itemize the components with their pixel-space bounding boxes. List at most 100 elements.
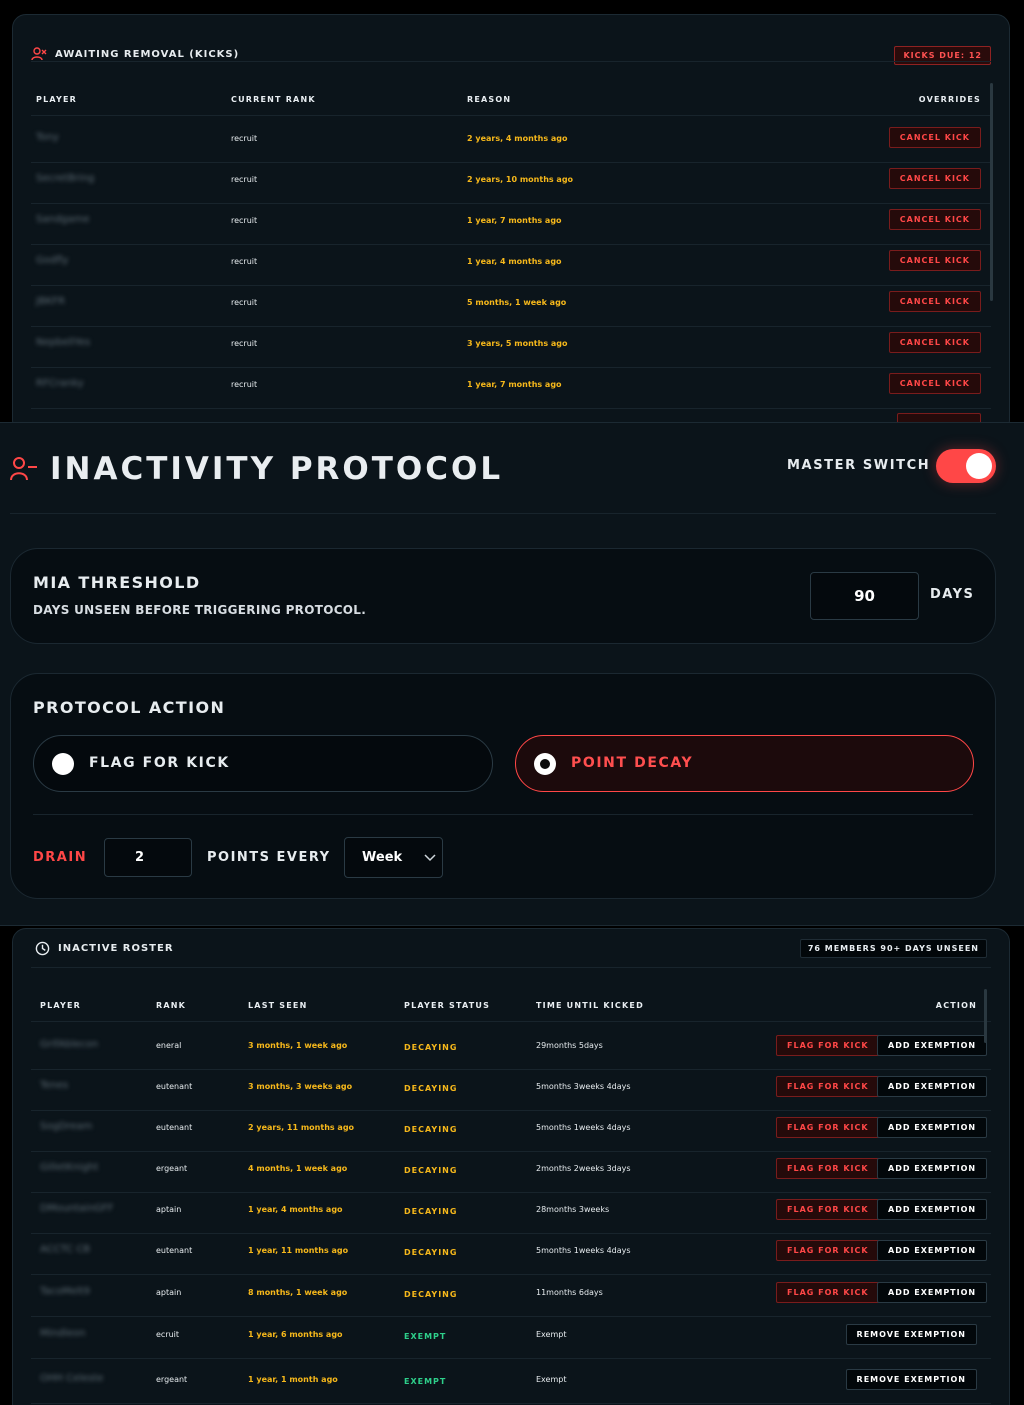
cancel-kick-button[interactable]: CANCEL KICK [888, 168, 981, 189]
table-row: Tenes eutenant 3 months, 3 weeks ago DECAYI… [13, 1070, 1009, 1111]
player-rank: eneral [156, 1041, 182, 1050]
option-flag-for-kick[interactable]: FLAG FOR KICK [33, 735, 493, 792]
kick-reason: 1 year, 4 months ago [467, 257, 562, 266]
table-row: ACCTC CB eutenant 1 year, 11 months ago DEC… [13, 1234, 1009, 1275]
col-player: PLAYER [36, 95, 78, 104]
threshold-input[interactable]: 90 [810, 572, 919, 620]
option-label: FLAG FOR KICK [89, 755, 230, 771]
player-name: GrifAblecon [40, 1039, 99, 1050]
player-name: GilletKnight [40, 1162, 99, 1173]
col-action: ACTION [935, 1001, 977, 1010]
kicks-panel: AWAITING REMOVAL (KICKS) KICKS DUE: 12 P… [12, 14, 1010, 434]
add-exemption-button[interactable]: ADD EXEMPTION [877, 1282, 988, 1303]
cancel-kick-button[interactable]: CANCEL KICK [888, 127, 981, 148]
scrollbar[interactable] [984, 989, 987, 1043]
threshold-unit: DAYS [930, 587, 975, 602]
cancel-kick-button[interactable]: CANCEL KICK [888, 209, 981, 230]
last-seen: 8 months, 1 week ago [248, 1288, 348, 1297]
player-rank: recruit [231, 175, 258, 184]
period-select[interactable]: Week [344, 837, 443, 878]
add-exemption-button[interactable]: ADD EXEMPTION [877, 1117, 988, 1138]
flag-for-kick-button[interactable]: FLAG FOR KICK [776, 1076, 880, 1097]
protocol-action-card: PROTOCOL ACTION FLAG FOR KICK POINT DECA… [10, 673, 996, 899]
user-remove-icon [31, 47, 47, 61]
drain-points-input[interactable]: 2 [104, 838, 192, 877]
kick-reason: 3 years, 5 months ago [467, 339, 568, 348]
add-exemption-button[interactable]: ADD EXEMPTION [877, 1240, 988, 1261]
kick-reason: 2 years, 4 months ago [467, 134, 568, 143]
flag-for-kick-button[interactable]: FLAG FOR KICK [776, 1158, 880, 1179]
last-seen: 3 months, 1 week ago [248, 1041, 348, 1050]
table-row: SecretBring recruit 2 years, 10 months ago… [13, 163, 1009, 204]
row-divider [31, 1358, 991, 1359]
cancel-kick-button[interactable]: CANCEL KICK [888, 250, 981, 271]
kick-reason: 2 years, 10 months ago [467, 175, 574, 184]
table-row: NepbellYes recruit 3 years, 5 months ago CA… [13, 327, 1009, 368]
status-badge: DECAYING [404, 1125, 458, 1134]
inactive-count-badge: 76 MEMBERS 90+ DAYS UNSEEN [799, 939, 987, 958]
status-badge: DECAYING [404, 1290, 458, 1299]
remove-exemption-button[interactable]: REMOVE EXEMPTION [845, 1369, 977, 1390]
add-exemption-button[interactable]: ADD EXEMPTION [877, 1158, 988, 1179]
col-time-until-kicked: TIME UNTIL KICKED [536, 1001, 644, 1010]
clock-icon [35, 941, 50, 956]
add-exemption-button[interactable]: ADD EXEMPTION [877, 1076, 988, 1097]
table-row: Godfly recruit 1 year, 4 months ago CANCEL … [13, 245, 1009, 286]
last-seen: 1 year, 1 month ago [248, 1375, 338, 1384]
table-row: Sandgame recruit 1 year, 7 months ago CANCE… [13, 204, 1009, 245]
roster-panel: INACTIVE ROSTER 76 MEMBERS 90+ DAYS UNSE… [12, 928, 1010, 1405]
last-seen: 1 year, 6 months ago [248, 1330, 343, 1339]
kicks-header: AWAITING REMOVAL (KICKS) [31, 47, 239, 61]
player-name: OHH Celeste [40, 1373, 104, 1384]
player-name: JBKFR [36, 296, 66, 307]
player-rank: eutenant [156, 1082, 193, 1091]
cancel-kick-button[interactable]: CANCEL KICK [888, 291, 981, 312]
option-point-decay[interactable]: POINT DECAY [515, 735, 974, 792]
threshold-title: MIA THRESHOLD [33, 573, 201, 592]
time-until-kicked: 2months 2weeks 3days [536, 1164, 631, 1173]
add-exemption-button[interactable]: ADD EXEMPTION [877, 1035, 988, 1056]
col-current-rank: CURRENT RANK [231, 95, 316, 104]
table-row: OHH Celeste ergeant 1 year, 1 month ago EXE… [13, 1363, 1009, 1404]
last-seen: 2 years, 11 months ago [248, 1123, 355, 1132]
scrollbar[interactable] [990, 83, 993, 301]
roster-title: INACTIVE ROSTER [58, 943, 174, 954]
col-reason: REASON [467, 95, 512, 104]
table-row: SogDream eutenant 2 years, 11 months ago DE… [13, 1111, 1009, 1152]
master-switch-toggle[interactable] [936, 449, 996, 483]
divider [10, 513, 996, 514]
player-rank: recruit [231, 298, 258, 307]
row-divider [31, 1274, 991, 1275]
flag-for-kick-button[interactable]: FLAG FOR KICK [776, 1240, 880, 1261]
status-badge: DECAYING [404, 1166, 458, 1175]
player-rank: aptain [156, 1288, 182, 1297]
radio-selected-icon [534, 753, 556, 775]
flag-for-kick-button[interactable]: FLAG FOR KICK [776, 1117, 880, 1138]
time-until-kicked: 5months 1weeks 4days [536, 1246, 631, 1255]
time-until-kicked: Exempt [536, 1330, 567, 1339]
table-row: TacoMelt9 aptain 8 months, 1 week ago DECAY… [13, 1276, 1009, 1317]
last-seen: 1 year, 11 months ago [248, 1246, 349, 1255]
player-rank: ecruit [156, 1330, 180, 1339]
time-until-kicked: 5months 3weeks 4days [536, 1082, 631, 1091]
page-title: INACTIVITY PROTOCOL [50, 451, 504, 487]
cancel-kick-button[interactable]: CANCEL KICK [888, 373, 981, 394]
player-name: SogDream [40, 1121, 93, 1132]
points-every-label: POINTS EVERY [207, 850, 331, 865]
time-until-kicked: 11months 6days [536, 1288, 603, 1297]
table-row: DMountainGFF aptain 1 year, 4 months ago DE… [13, 1193, 1009, 1234]
player-name: SecretBring [36, 173, 95, 184]
add-exemption-button[interactable]: ADD EXEMPTION [877, 1199, 988, 1220]
flag-for-kick-button[interactable]: FLAG FOR KICK [776, 1282, 880, 1303]
flag-for-kick-button[interactable]: FLAG FOR KICK [776, 1199, 880, 1220]
status-badge: DECAYING [404, 1043, 458, 1052]
kick-reason: 5 months, 1 week ago [467, 298, 567, 307]
flag-for-kick-button[interactable]: FLAG FOR KICK [776, 1035, 880, 1056]
remove-exemption-button[interactable]: REMOVE EXEMPTION [845, 1324, 977, 1345]
cancel-kick-button[interactable]: CANCEL KICK [888, 332, 981, 353]
status-badge: DECAYING [404, 1084, 458, 1093]
time-until-kicked: 5months 1weeks 4days [536, 1123, 631, 1132]
header-divider [31, 115, 991, 116]
status-badge: EXEMPT [404, 1377, 447, 1386]
row-divider [31, 1316, 991, 1317]
